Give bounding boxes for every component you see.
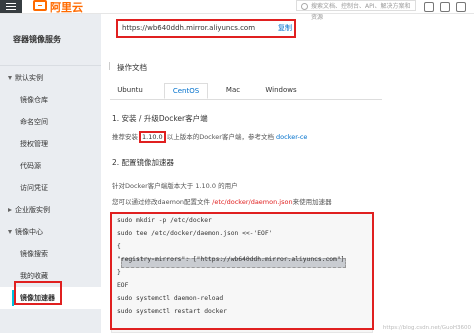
notification-icon[interactable] xyxy=(440,2,450,12)
sidebar-item-mirror-accelerator[interactable]: 镜像加速器 xyxy=(0,287,101,309)
sidebar-item-favorites[interactable]: 我的收藏 xyxy=(0,265,101,287)
tab-windows[interactable]: Windows xyxy=(258,83,304,98)
sidebar-item-namespaces[interactable]: 命名空间 xyxy=(0,111,101,133)
os-tabs: Ubuntu CentOS Mac Windows xyxy=(110,83,382,100)
sidebar: 容器镜像服务 默认实例 镜像仓库 命名空间 授权管理 代码源 访问凭证 企业版实… xyxy=(0,14,101,333)
search-placeholder: 搜索文档、控制台、API、解决方案和资源 xyxy=(311,3,411,21)
top-bar: 阿里云 搜索文档、控制台、API、解决方案和资源 xyxy=(0,0,474,21)
code-line: "registry-mirrors": ["https://wb640ddh.m… xyxy=(117,256,345,263)
watermark: https://blog.csdn.net/GuoH3600 xyxy=(382,325,471,331)
code-line: sudo systemctl daemon-reload xyxy=(117,295,224,302)
sidebar-item-image-search[interactable]: 镜像搜索 xyxy=(0,243,101,265)
divider xyxy=(0,65,101,66)
tab-mac[interactable]: Mac xyxy=(218,83,248,98)
sidebar-group-enterprise-instance[interactable]: 企业版实例 xyxy=(0,199,101,221)
code-line: { xyxy=(117,243,121,250)
aliyun-logo-icon xyxy=(33,0,47,11)
code-line: EOF xyxy=(117,282,129,289)
docker-ce-link[interactable]: docker-ce xyxy=(276,133,307,141)
help-icon[interactable] xyxy=(456,2,466,12)
code-line: sudo tee /etc/docker/daemon.json <<-'EOF… xyxy=(117,230,273,237)
cloud-shell-icon[interactable] xyxy=(424,2,434,12)
top-search-input[interactable]: 搜索文档、控制台、API、解决方案和资源 xyxy=(296,0,416,21)
code-line: } xyxy=(117,269,121,276)
sidebar-item-access-credentials[interactable]: 访问凭证 xyxy=(0,177,101,199)
sidebar-title: 容器镜像服务 xyxy=(13,35,61,44)
chevron-right-icon xyxy=(8,208,12,212)
code-block[interactable]: sudo mkdir -p /etc/docker sudo tee /etc/… xyxy=(111,212,373,333)
section-install-title: 1. 安装 / 升级Docker客户端 xyxy=(112,114,208,123)
section-config-title: 2. 配置镜像加速器 xyxy=(112,158,175,167)
sidebar-group-image-center[interactable]: 镜像中心 xyxy=(0,221,101,243)
code-line: sudo systemctl restart docker xyxy=(117,308,227,315)
docs-title: 操作文档 xyxy=(117,63,147,72)
config-line-2: 您可以通过修改daemon配置文件 /etc/docker/daemon.jso… xyxy=(112,198,332,206)
menu-icon[interactable] xyxy=(0,0,22,13)
copy-button[interactable]: 复制 xyxy=(278,21,292,36)
sidebar-item-authorization[interactable]: 授权管理 xyxy=(0,133,101,155)
accelerator-url[interactable]: https://wb640ddh.mirror.aliyuncs.com xyxy=(118,21,293,36)
logo-text: 阿里云 xyxy=(50,1,83,14)
chevron-down-icon xyxy=(8,230,12,234)
tab-centos[interactable]: CentOS xyxy=(164,83,208,99)
config-line-1: 针对Docker客户端版本大于 1.10.0 的用户 xyxy=(112,182,238,190)
sidebar-item-repositories[interactable]: 镜像仓库 xyxy=(0,89,101,111)
daemon-json-path: /etc/docker/daemon.json xyxy=(212,198,293,206)
tab-ubuntu[interactable]: Ubuntu xyxy=(110,83,150,98)
version-highlight: 1.10.0 xyxy=(139,131,166,143)
install-instructions: 推荐安装 1.10.0 以上版本的Docker客户端，参考文档 docker-ce xyxy=(112,131,308,143)
sidebar-item-code-source[interactable]: 代码源 xyxy=(0,155,101,177)
code-line: sudo mkdir -p /etc/docker xyxy=(117,217,212,224)
chevron-down-icon xyxy=(8,76,12,80)
sidebar-group-default-instance[interactable]: 默认实例 xyxy=(0,67,101,89)
search-icon xyxy=(301,3,308,10)
section-divider xyxy=(109,62,110,70)
